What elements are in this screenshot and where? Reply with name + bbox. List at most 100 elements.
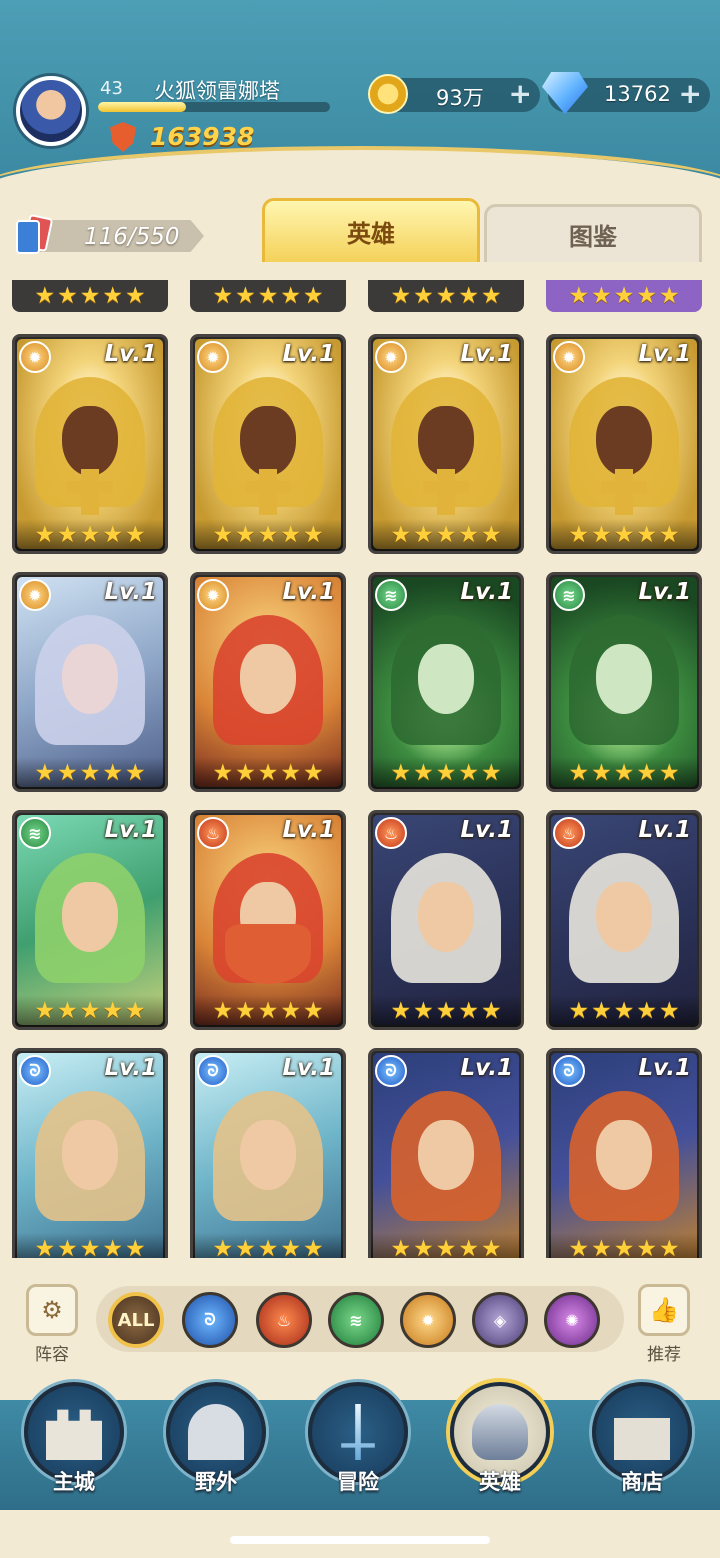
- filter-wind-icon[interactable]: ≋: [328, 1292, 384, 1348]
- hero-card[interactable]: ✹ Lv.1 ★ ★ ★ ★ ★: [190, 334, 346, 554]
- hero-count-box: 116/550: [12, 213, 204, 256]
- tab-gallery[interactable]: 图鉴: [484, 204, 702, 262]
- hero-card-partial[interactable]: ★ ★ ★ ★ ★: [190, 280, 346, 312]
- star-icon: ★: [480, 997, 502, 1024]
- home-indicator: [230, 1536, 490, 1544]
- star-icon: ★: [613, 997, 635, 1024]
- star-icon: ★: [591, 282, 612, 309]
- star-icon: ★: [390, 759, 412, 786]
- hero-card[interactable]: ✹ Lv.1 ★ ★ ★ ★ ★: [12, 572, 168, 792]
- diamond-icon: [542, 72, 588, 114]
- star-icon: ★: [57, 1235, 78, 1258]
- filter-light-icon[interactable]: ✹: [400, 1292, 456, 1348]
- hero-card[interactable]: ♨ Lv.1 ★ ★ ★ ★ ★: [190, 810, 346, 1030]
- nav-wild[interactable]: 野外: [160, 1382, 272, 1500]
- hero-count: 116/550: [84, 224, 180, 250]
- hero-card-partial[interactable]: ★ ★ ★ ★ ★: [368, 280, 524, 312]
- star-icon: ★: [235, 759, 256, 786]
- star-icon: ★: [235, 997, 256, 1024]
- star-icon: ★: [458, 521, 479, 548]
- star-icon: ★: [568, 1235, 590, 1258]
- nav-adventure[interactable]: 冒险: [302, 1382, 414, 1500]
- hero-level: Lv.1: [104, 341, 157, 367]
- filter-fire-icon[interactable]: ♨: [256, 1292, 312, 1348]
- star-icon: ★: [591, 1235, 612, 1258]
- water-element-icon: ᘐ: [197, 1055, 229, 1087]
- star-icon: ★: [568, 759, 590, 786]
- star-icon: ★: [212, 759, 234, 786]
- nav-main-city-label: 主城: [53, 1470, 95, 1494]
- hero-card-partial[interactable]: ★ ★ ★ ★ ★: [546, 280, 702, 312]
- hero-stars: ★ ★ ★ ★ ★: [193, 995, 343, 1027]
- hero-card[interactable]: ✹ Lv.1 ★ ★ ★ ★ ★: [190, 572, 346, 792]
- player-avatar[interactable]: [16, 76, 86, 146]
- hero-card[interactable]: ᘐ Lv.1 ★ ★ ★ ★ ★: [12, 1048, 168, 1258]
- hero-card[interactable]: ≋ Lv.1 ★ ★ ★ ★ ★: [368, 572, 524, 792]
- hero-card[interactable]: ✹ Lv.1 ★ ★ ★ ★ ★: [546, 334, 702, 554]
- hero-card[interactable]: ≋ Lv.1 ★ ★ ★ ★ ★: [546, 572, 702, 792]
- bottom-nav: 主城 野外 冒险 英雄 商店: [0, 1378, 720, 1558]
- hero-level: Lv.1: [282, 579, 335, 605]
- add-gem-button[interactable]: +: [679, 79, 702, 109]
- wind-element-icon: ≋: [375, 579, 407, 611]
- gem-resource: 13762 +: [542, 72, 710, 114]
- hero-stars: ★ ★ ★ ★ ★: [549, 757, 699, 789]
- star-icon: ★: [658, 282, 680, 309]
- star-icon: ★: [480, 282, 502, 309]
- star-icon: ★: [102, 1235, 123, 1258]
- star-icon: ★: [34, 759, 56, 786]
- nav-main-city[interactable]: 主城: [18, 1382, 130, 1500]
- hero-stars: ★ ★ ★ ★ ★: [15, 995, 165, 1027]
- hero-card[interactable]: ᘐ Lv.1 ★ ★ ★ ★ ★: [368, 1048, 524, 1258]
- star-icon: ★: [613, 521, 635, 548]
- add-gold-button[interactable]: +: [509, 79, 532, 109]
- lineup-icon: ⚙: [26, 1284, 78, 1336]
- star-icon: ★: [257, 1235, 279, 1258]
- hero-level: Lv.1: [460, 579, 513, 605]
- hero-card[interactable]: ≋ Lv.1 ★ ★ ★ ★ ★: [12, 810, 168, 1030]
- nav-shop[interactable]: 商店: [586, 1382, 698, 1500]
- star-icon: ★: [34, 1235, 56, 1258]
- star-icon: ★: [124, 997, 146, 1024]
- lineup-button[interactable]: ⚙ 阵容: [20, 1284, 84, 1365]
- hero-level: Lv.1: [104, 817, 157, 843]
- filter-all[interactable]: ALL: [108, 1292, 164, 1348]
- light-element-icon: ✹: [19, 579, 51, 611]
- star-icon: ★: [480, 759, 502, 786]
- hero-stars: ★ ★ ★ ★ ★: [549, 1233, 699, 1258]
- hero-card[interactable]: ♨ Lv.1 ★ ★ ★ ★ ★: [546, 810, 702, 1030]
- star-icon: ★: [458, 1235, 479, 1258]
- star-icon: ★: [613, 1235, 635, 1258]
- filter-arcane-icon[interactable]: ✺: [544, 1292, 600, 1348]
- light-element-icon: ✹: [197, 579, 229, 611]
- star-icon: ★: [413, 521, 434, 548]
- star-icon: ★: [302, 282, 324, 309]
- tab-heroes[interactable]: 英雄: [262, 198, 480, 262]
- player-level: 43: [100, 78, 123, 99]
- filter-water-icon[interactable]: ᘐ: [182, 1292, 238, 1348]
- hero-stars: ★ ★ ★ ★ ★: [371, 757, 521, 789]
- star-icon: ★: [480, 521, 502, 548]
- star-icon: ★: [235, 521, 256, 548]
- filter-shadow-icon[interactable]: ◈: [472, 1292, 528, 1348]
- star-icon: ★: [413, 759, 434, 786]
- hero-card[interactable]: ᘐ Lv.1 ★ ★ ★ ★ ★: [190, 1048, 346, 1258]
- star-icon: ★: [79, 1235, 101, 1258]
- water-element-icon: ᘐ: [375, 1055, 407, 1087]
- hero-card[interactable]: ✹ Lv.1 ★ ★ ★ ★ ★: [368, 334, 524, 554]
- star-icon: ★: [413, 997, 434, 1024]
- star-icon: ★: [79, 521, 101, 548]
- hero-card[interactable]: ✹ Lv.1 ★ ★ ★ ★ ★: [12, 334, 168, 554]
- hero-card-partial[interactable]: ★ ★ ★ ★ ★: [12, 280, 168, 312]
- hero-stars: ★ ★ ★ ★ ★: [371, 995, 521, 1027]
- hero-card[interactable]: ᘐ Lv.1 ★ ★ ★ ★ ★: [546, 1048, 702, 1258]
- nav-wild-label: 野外: [195, 1470, 237, 1494]
- recommend-button[interactable]: 👍 推荐: [632, 1284, 696, 1365]
- nav-heroes[interactable]: 英雄: [444, 1382, 556, 1500]
- star-icon: ★: [57, 521, 78, 548]
- player-level-box: 43 火狐领雷娜塔: [94, 72, 334, 114]
- star-icon: ★: [102, 282, 123, 309]
- hero-card[interactable]: ♨ Lv.1 ★ ★ ★ ★ ★: [368, 810, 524, 1030]
- star-icon: ★: [302, 997, 324, 1024]
- star-icon: ★: [591, 521, 612, 548]
